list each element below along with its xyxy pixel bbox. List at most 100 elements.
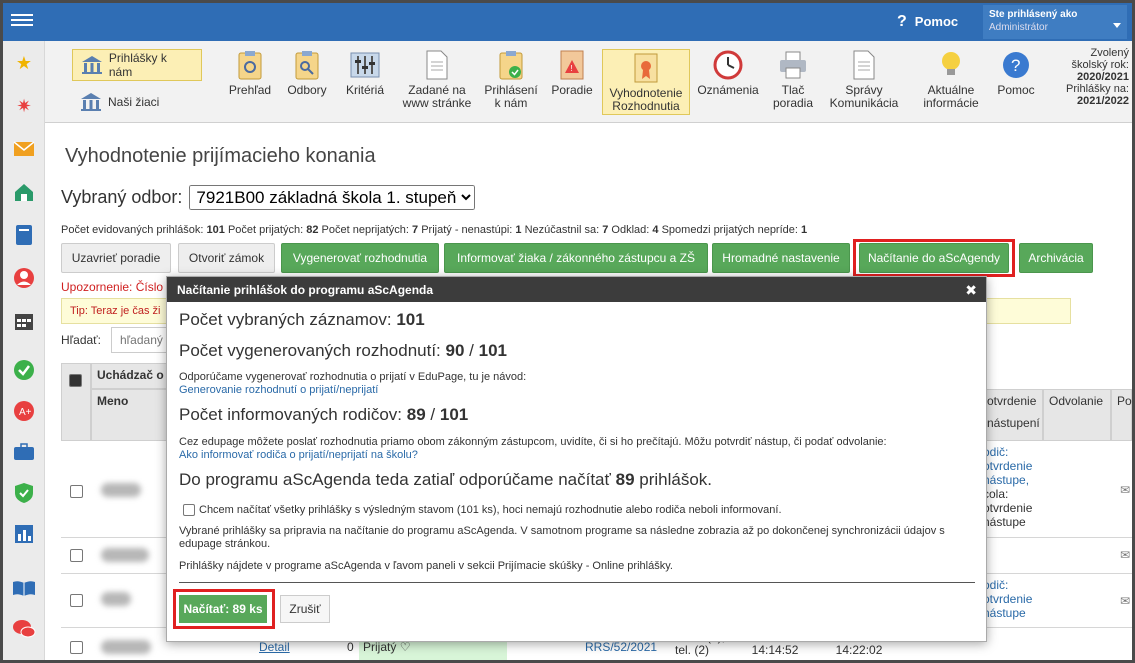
prepare-note: Vybrané prihlášky sa pripravia na načíta…: [179, 525, 945, 550]
help-button[interactable]: ? Pomoc: [897, 13, 958, 31]
detail-link[interactable]: Detail: [259, 640, 290, 654]
row-checkbox[interactable]: [70, 549, 83, 562]
selected-count: Počet vybraných záznamov: 101: [179, 310, 425, 329]
menu-icon[interactable]: [11, 11, 33, 31]
chat-icon[interactable]: [12, 617, 36, 641]
recommendation: Do programu aScAgenda teda zatiaľ odporú…: [179, 470, 713, 489]
blurred-name: [101, 483, 141, 497]
clipboard-check-icon: [495, 49, 527, 81]
shield-icon[interactable]: [12, 481, 36, 505]
row-number: 0: [347, 640, 354, 654]
chevron-down-icon: [1113, 23, 1121, 28]
home-icon[interactable]: [12, 180, 36, 204]
calendar-icon[interactable]: [12, 309, 36, 333]
generate-guide-link[interactable]: Generovanie rozhodnutí o prijatí/neprija…: [179, 384, 378, 396]
svg-text:!: !: [571, 64, 573, 73]
close-icon[interactable]: ✖: [965, 282, 977, 299]
load-all-checkbox[interactable]: [183, 504, 195, 516]
left-sidebar: ★ ✷ A+: [3, 41, 45, 660]
lightbulb-icon: [935, 49, 967, 81]
cancel-button[interactable]: Zrušiť: [280, 595, 330, 623]
inform-hint: Cez edupage môžete poslať rozhodnutia pr…: [179, 436, 887, 448]
envelope-icon[interactable]: [12, 137, 36, 161]
generate-hint: Odporúčame vygenerovať rozhodnutia o pri…: [179, 371, 527, 383]
odbor-select[interactable]: 7921B00 základná škola 1. stupeň: [189, 185, 476, 210]
user-menu[interactable]: Ste prihlásený ako Administrátor: [983, 5, 1127, 39]
confirm-cell[interactable]: odič: otvrdenie nástupe, cola: otvrdenie nás…: [983, 445, 1032, 529]
highlight-frame: [853, 239, 1015, 277]
help-toolbar-button[interactable]: ? Pomoc: [989, 49, 1043, 97]
envelope-icon[interactable]: ✉: [1120, 594, 1130, 608]
divider: [179, 582, 975, 583]
archive-button[interactable]: Archivácia: [1019, 243, 1093, 273]
svg-text:?: ?: [1011, 56, 1020, 75]
user-icon[interactable]: [12, 266, 36, 290]
document-icon: [421, 49, 453, 81]
row-checkbox[interactable]: [70, 641, 83, 654]
select-all-header: [61, 363, 91, 441]
load-button[interactable]: Načítať: 89 ks: [179, 595, 267, 623]
grade-icon[interactable]: A+: [12, 399, 36, 423]
user-label: Ste prihlásený ako: [989, 9, 1078, 20]
check-circle-icon[interactable]: [12, 358, 36, 382]
location-note: Prihlášky nájdete v programe aScAgenda v…: [179, 560, 673, 572]
criteria-button[interactable]: Kritériá: [337, 49, 393, 97]
generate-decisions-button[interactable]: Vygenerovať rozhodnutia: [281, 243, 439, 273]
open-book-icon[interactable]: [12, 576, 36, 600]
inform-parent-button[interactable]: Informovať žiaka / zákonného zástupcu a …: [444, 243, 708, 273]
thumbs-up-icon: ♡: [399, 640, 411, 654]
overview-button[interactable]: Prehľad: [221, 49, 279, 97]
our-students-button[interactable]: Naši žiaci: [72, 89, 202, 115]
document-icon: [848, 49, 880, 81]
informed-count: Počet informovaných rodičov: 89 / 101: [179, 405, 469, 424]
current-info-button[interactable]: Aktuálne informácie: [915, 49, 987, 110]
toolbar: Prihlášky k nám Naši žiaci Prehľad Odbor…: [45, 41, 1132, 123]
sliders-icon: [349, 49, 381, 81]
header-confirm: otvrdenie nástupení: [981, 389, 1043, 441]
posted-on-web-button[interactable]: Zadané na www stránke: [395, 49, 479, 110]
blurred-name: [101, 640, 151, 654]
certificate-icon: [630, 52, 662, 84]
book-icon[interactable]: [12, 223, 36, 247]
row-checkbox[interactable]: [70, 485, 83, 498]
user-role: Administrátor: [989, 22, 1048, 33]
blurred-name: [101, 548, 149, 562]
star-icon[interactable]: ★: [12, 51, 36, 75]
open-lock-button[interactable]: Otvoriť zámok: [178, 243, 275, 273]
envelope-icon[interactable]: ✉: [1120, 548, 1130, 562]
blurred-name: [101, 592, 131, 606]
magic-wand-icon[interactable]: ✷: [12, 94, 36, 118]
help-icon: ?: [897, 13, 907, 30]
inform-guide-link[interactable]: Ako informovať rodiča o prijatí/neprijat…: [179, 449, 418, 461]
chart-icon[interactable]: [12, 522, 36, 546]
confirm-cell[interactable]: odič: otvrdenie nástupe: [983, 578, 1032, 620]
warning-text: Upozornenie: Číslo: [61, 280, 164, 294]
building-icon: [82, 56, 102, 74]
evaluation-decisions-button[interactable]: Vyhodnotenie Rozhodnutia: [602, 49, 690, 115]
messages-button[interactable]: Správy Komunikácia: [823, 49, 905, 110]
help-circle-icon: ?: [1000, 49, 1032, 81]
order-button[interactable]: ! Poradie: [546, 49, 598, 97]
stats-line: Počet evidovaných prihlášok: 101 Počet p…: [61, 224, 808, 236]
select-all-checkbox[interactable]: [69, 374, 82, 387]
briefcase-icon[interactable]: [12, 440, 36, 464]
notifications-button[interactable]: Oznámenia: [693, 49, 763, 97]
applications-to-us-button[interactable]: Prihlášky k nám: [72, 49, 202, 81]
row-checkbox[interactable]: [70, 594, 83, 607]
envelope-icon[interactable]: ✉: [1120, 483, 1130, 497]
odbory-button[interactable]: Odbory: [279, 49, 335, 97]
load-dialog: Načítanie prihlášok do programu aScAgend…: [166, 276, 987, 642]
bulk-settings-button[interactable]: Hromadné nastavenie: [712, 243, 850, 273]
odbor-selector: Vybraný odbor: 7921B00 základná škola 1.…: [61, 185, 476, 210]
school-year-info: Zvolený školský rok: 2020/2021 Prihlášky…: [1066, 47, 1129, 107]
load-all-option[interactable]: Chcem načítať všetky prihlášky s výsledn…: [183, 504, 782, 516]
reference-number[interactable]: RRŠ/52/2021: [585, 640, 657, 654]
enrolled-button[interactable]: Prihlásení k nám: [479, 49, 543, 110]
header-appeal: Odvolanie: [1043, 389, 1111, 441]
search-area: Hľadať:: [61, 327, 181, 353]
clipboard-search-icon: [291, 49, 323, 81]
print-order-button[interactable]: Tlač poradia: [767, 49, 819, 110]
clock-icon: [712, 49, 744, 81]
building-icon: [81, 93, 101, 111]
close-order-button[interactable]: Uzavrieť poradie: [61, 243, 171, 273]
